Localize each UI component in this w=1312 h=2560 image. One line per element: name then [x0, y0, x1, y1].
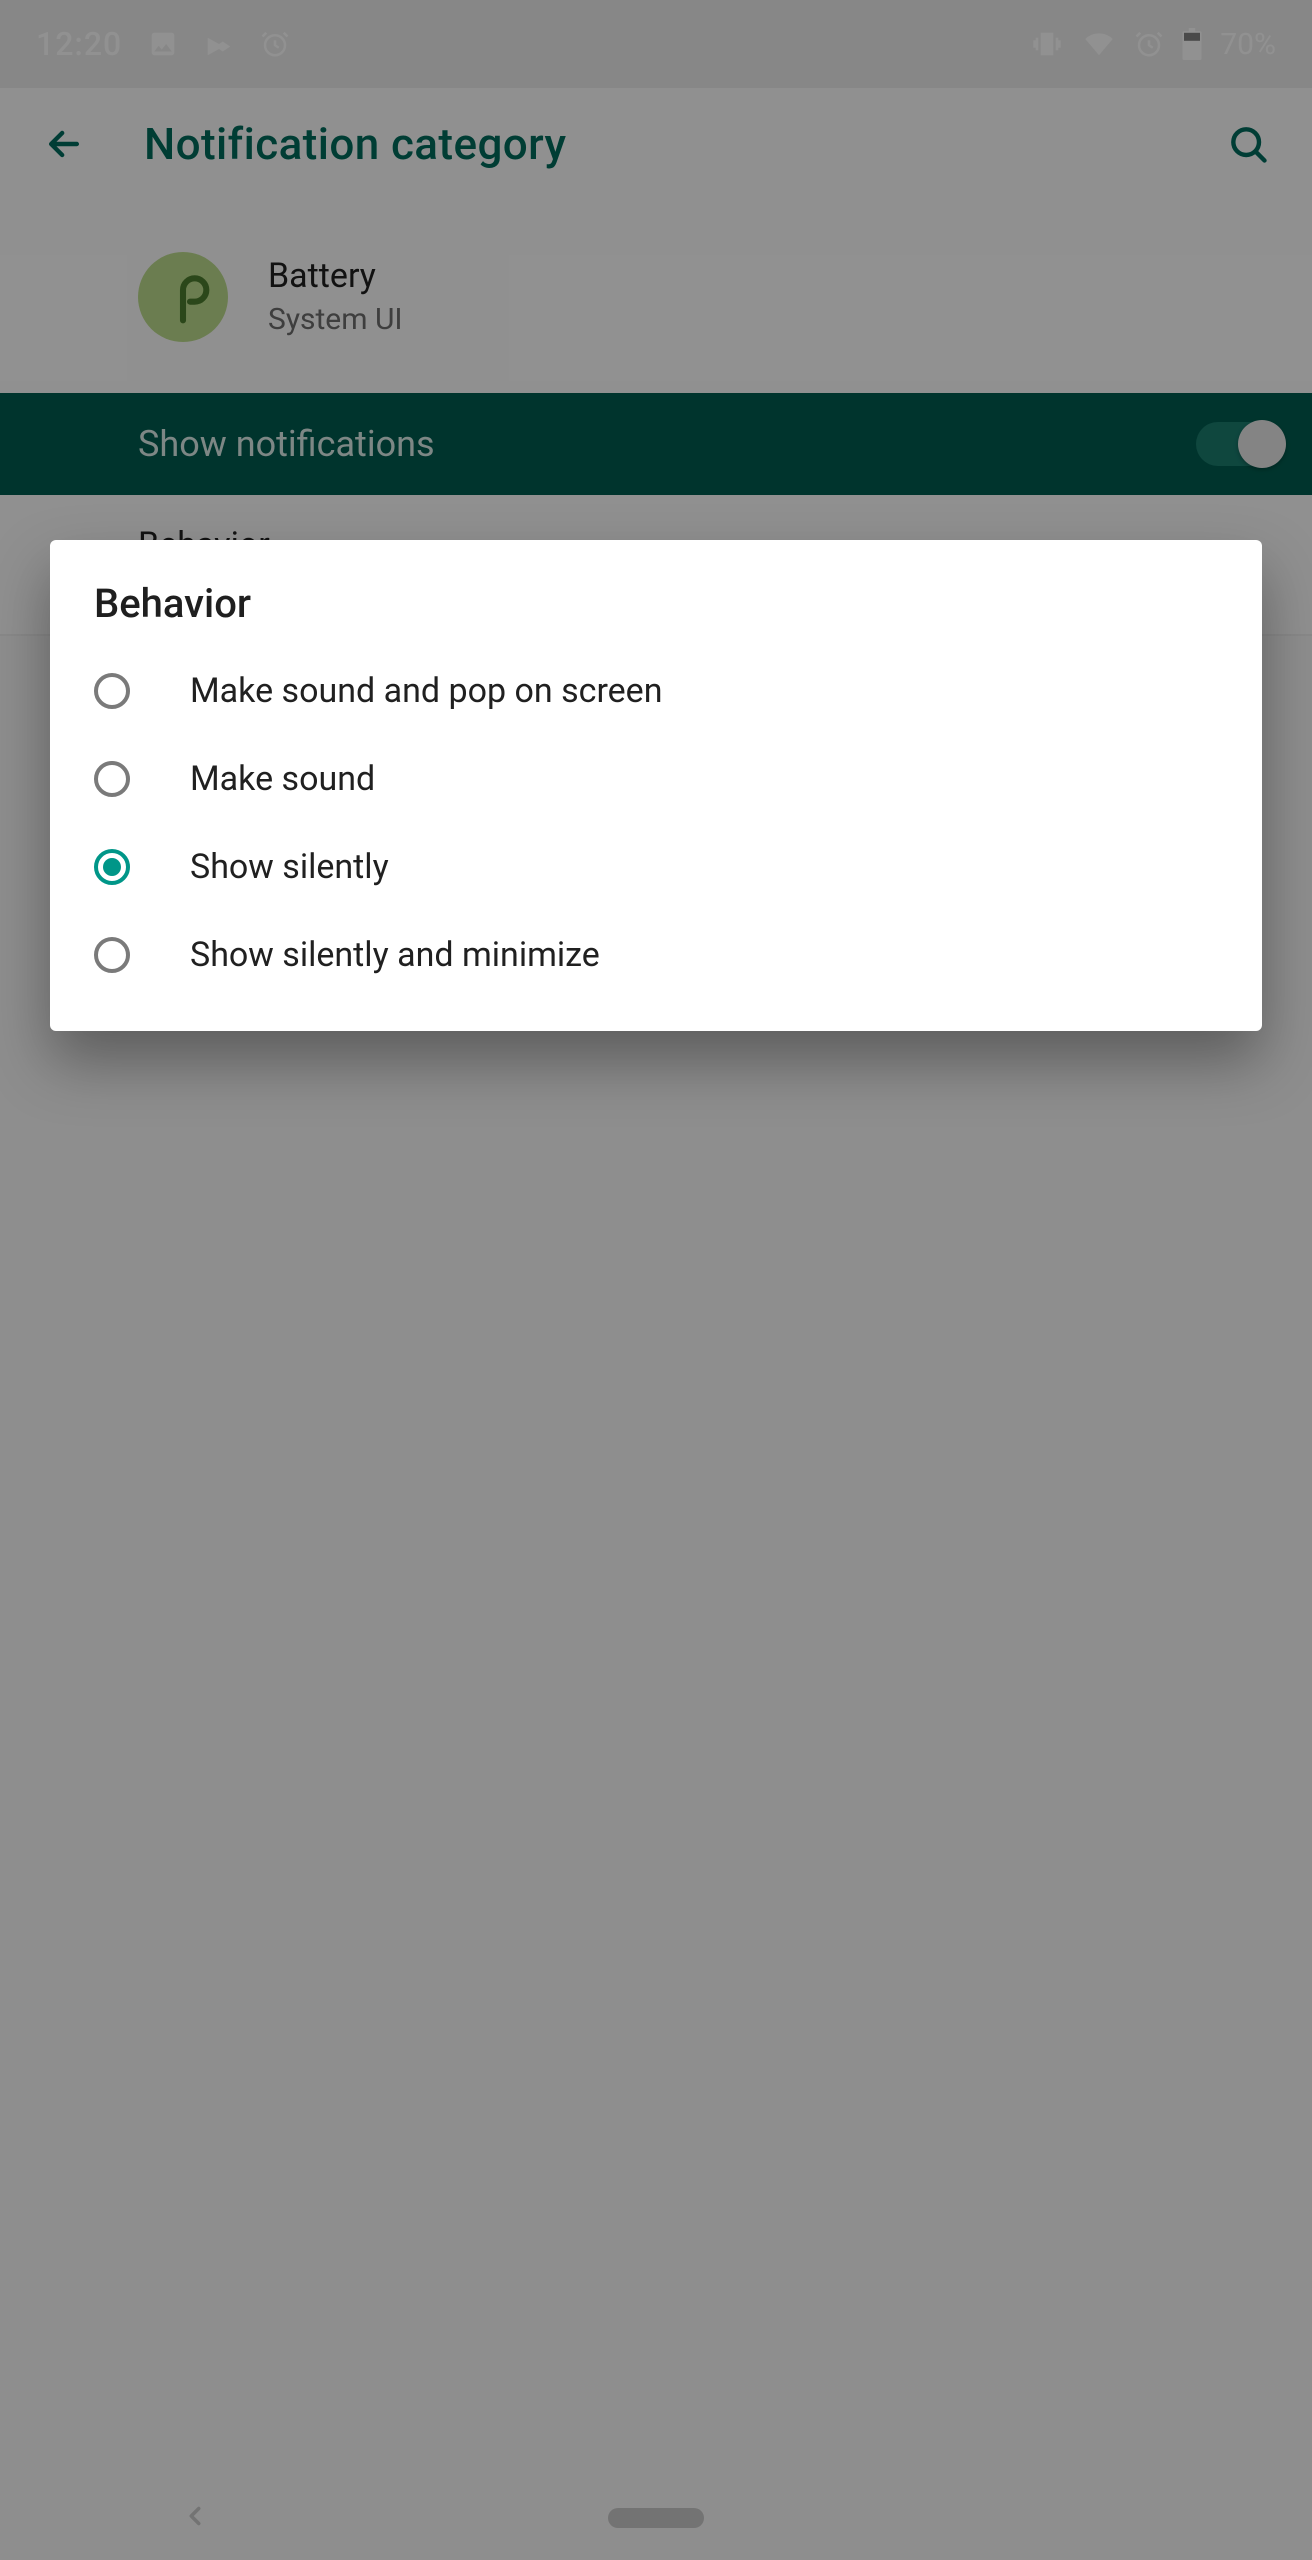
radio-icon [94, 849, 130, 885]
modal-scrim[interactable] [0, 0, 1312, 2560]
dialog-title: Behavior [50, 580, 1262, 647]
radio-icon [94, 761, 130, 797]
radio-option-show-silently-minimize[interactable]: Show silently and minimize [50, 911, 1262, 999]
radio-option-make-sound-pop[interactable]: Make sound and pop on screen [50, 647, 1262, 735]
radio-icon [94, 673, 130, 709]
behavior-dialog: Behavior Make sound and pop on screen Ma… [50, 540, 1262, 1031]
radio-label: Show silently [190, 847, 389, 887]
radio-icon [94, 937, 130, 973]
radio-label: Make sound [190, 759, 375, 799]
radio-option-make-sound[interactable]: Make sound [50, 735, 1262, 823]
radio-label: Make sound and pop on screen [190, 671, 662, 711]
radio-option-show-silently[interactable]: Show silently [50, 823, 1262, 911]
radio-label: Show silently and minimize [190, 935, 600, 975]
